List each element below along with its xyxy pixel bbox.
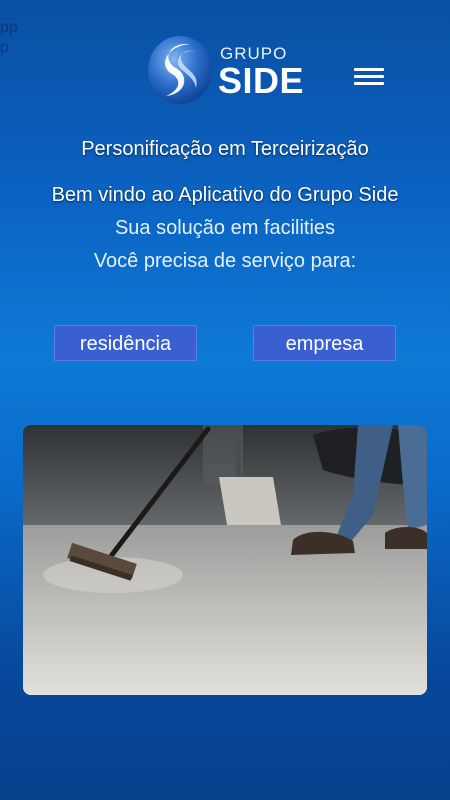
grupo-side-logo: GRUPO SIDE <box>146 34 306 106</box>
menu-bar <box>354 75 384 78</box>
header: GRUPO SIDE <box>0 30 450 110</box>
service-question: Você precisa de serviço para: <box>93 250 357 272</box>
tagline: Personificação em Terceirização <box>81 138 369 160</box>
menu-bar <box>354 68 384 71</box>
logo-swirl-icon <box>148 36 212 104</box>
company-button[interactable]: empresa <box>253 325 396 361</box>
logo-text-side: SIDE <box>218 60 305 101</box>
hamburger-menu-icon[interactable] <box>352 66 388 90</box>
menu-bar <box>354 82 384 85</box>
welcome-heading: Bem vindo ao Aplicativo do Grupo Side <box>51 184 399 206</box>
subtitle-facilities: Sua solução em facilities <box>114 217 336 239</box>
cleaning-photo-illustration <box>23 425 427 695</box>
residence-button[interactable]: residência <box>54 325 197 361</box>
cleaning-photo <box>23 425 427 695</box>
